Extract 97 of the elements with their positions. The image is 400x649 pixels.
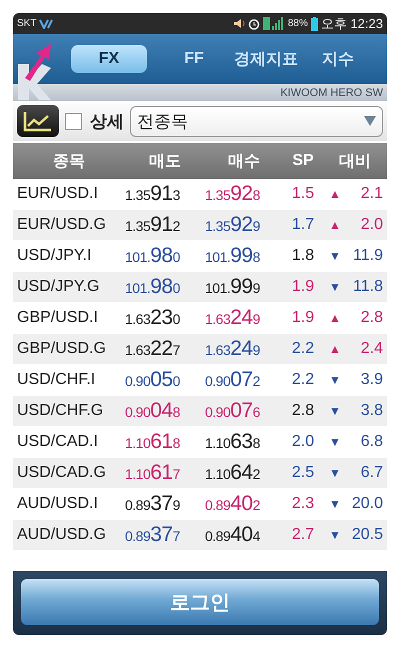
price-text: 1.63249: [205, 337, 261, 361]
spread-text: 2.2: [290, 371, 316, 389]
battery-icon: [310, 16, 318, 30]
change-text: 6.7: [360, 464, 383, 482]
price-text: 0.90072: [205, 368, 261, 392]
symbol-cell-text: USD/JPY.G: [16, 278, 100, 296]
carrier-text: SKT: [17, 18, 36, 29]
price-text: 1.10617: [125, 461, 181, 485]
symbol-cell-text: EUR/USD.G: [16, 216, 107, 234]
symbol-cell-text: USD/JPY.I: [16, 247, 92, 265]
change-text: 11.8: [353, 278, 383, 296]
symbol-cell-text: EUR/USD.I: [16, 185, 99, 203]
price-text: 1.10642: [205, 461, 261, 485]
tab[interactable]: FF: [161, 45, 227, 73]
column-header: 매수: [227, 152, 261, 172]
change-text: 2.0: [360, 216, 383, 234]
change-text: 2.4: [360, 340, 383, 358]
change-arrow: ▼: [329, 404, 341, 418]
filter-dropdown[interactable]: 전종목: [130, 106, 383, 136]
symbol-cell-text: USD/CHF.G: [16, 402, 104, 420]
change-arrow: ▼: [329, 280, 341, 294]
change-arrow: ▲: [329, 342, 341, 356]
price-text: 101.999: [205, 275, 261, 299]
tab[interactable]: 지수: [305, 45, 371, 73]
change-text: 20.5: [352, 526, 383, 544]
network-logo-icon: [39, 18, 54, 28]
spread-text: 1.9: [290, 278, 316, 296]
column-header: SP: [291, 152, 315, 170]
change-arrow: ▼: [329, 466, 341, 480]
change-arrow: ▼: [329, 249, 341, 263]
price-text: 1.10618: [125, 430, 181, 454]
change-text: 2.8: [360, 309, 383, 327]
change-arrow: ▼: [329, 373, 341, 387]
login-button[interactable]: 로그인: [21, 579, 379, 625]
spread-text: 1.7: [290, 216, 316, 234]
speaker-icon: [232, 18, 245, 29]
symbol-cell-text: GBP/USD.G: [16, 340, 107, 358]
change-arrow: ▲: [329, 311, 341, 325]
battery-percent: 88%: [288, 18, 308, 29]
spread-text: 1.8: [290, 247, 316, 265]
change-arrow: ▼: [329, 435, 341, 449]
symbol-cell-text: USD/CAD.I: [16, 433, 99, 451]
price-text: 0.89377: [125, 523, 181, 547]
spread-text: 2.8: [290, 402, 316, 420]
column-header: 매도: [148, 152, 182, 172]
change-arrow: ▼: [329, 528, 341, 542]
change-text: 20.0: [352, 495, 383, 513]
price-text: 1.35912: [125, 213, 181, 237]
change-text: 6.8: [360, 433, 383, 451]
change-text: 11.9: [353, 247, 383, 265]
detail-label: 상세: [90, 110, 124, 132]
price-text: 1.10638: [205, 430, 261, 454]
line-chart-icon: [23, 110, 53, 132]
spread-text: 2.0: [290, 433, 316, 451]
symbol-cell-text: USD/CAD.G: [16, 464, 107, 482]
price-text: 1.35913: [125, 182, 181, 206]
tab[interactable]: FX: [71, 45, 147, 73]
alarm-icon: [248, 18, 260, 30]
price-text: 1.35929: [205, 213, 261, 237]
change-arrow: ▼: [329, 497, 341, 511]
price-text: 1.63230: [125, 306, 181, 330]
column-header: 종목: [52, 152, 86, 172]
tab[interactable]: 경제지표: [233, 45, 299, 73]
spread-text: 1.9: [290, 309, 316, 327]
column-header: 대비: [338, 152, 372, 172]
price-text: 1.63227: [125, 337, 181, 361]
price-text: 1.63249: [205, 306, 261, 330]
symbol-cell-text: AUD/USD.G: [16, 526, 107, 544]
price-text: 101.980: [125, 244, 181, 268]
change-text: 3.9: [360, 371, 383, 389]
spread-text: 2.5: [290, 464, 316, 482]
price-text: 0.90076: [205, 399, 261, 423]
dropdown-caret-icon: [364, 116, 376, 126]
price-text: 0.90048: [125, 399, 181, 423]
price-text: 0.90050: [125, 368, 181, 392]
change-arrow: ▲: [329, 187, 341, 201]
spread-text: 2.7: [290, 526, 316, 544]
price-text: 1.35928: [205, 182, 261, 206]
chart-button[interactable]: [17, 105, 59, 137]
spread-text: 1.5: [290, 185, 316, 203]
price-text: 0.89379: [125, 492, 181, 516]
price-text: 101.998: [205, 244, 261, 268]
symbol-cell-text: USD/CHF.I: [16, 371, 96, 389]
symbol-cell-text: AUD/USD.I: [16, 495, 99, 513]
symbol-cell-text: GBP/USD.I: [16, 309, 99, 327]
brand-text: KIWOOM HERO SW: [280, 86, 383, 98]
change-arrow: ▲: [329, 218, 341, 232]
price-text: 0.89402: [205, 492, 261, 516]
spread-text: 2.2: [290, 340, 316, 358]
price-text: 101.980: [125, 275, 181, 299]
detail-checkbox[interactable]: [65, 112, 82, 130]
clock-text: 오후 12:23: [320, 14, 383, 32]
change-text: 3.8: [360, 402, 383, 420]
signal-icon: [262, 17, 285, 30]
change-text: 2.1: [360, 185, 383, 203]
spread-text: 2.3: [290, 495, 316, 513]
price-text: 0.89404: [205, 523, 261, 547]
